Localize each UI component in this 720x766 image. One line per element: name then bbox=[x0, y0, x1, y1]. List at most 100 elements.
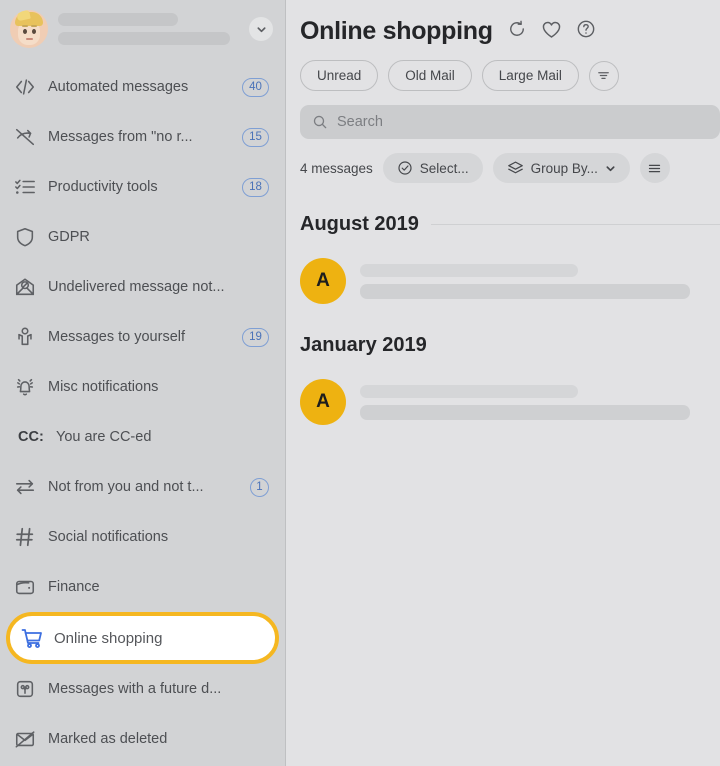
avatar-eye-left bbox=[23, 29, 27, 34]
filter-pill-old-mail[interactable]: Old Mail bbox=[388, 60, 472, 91]
more-options-button[interactable] bbox=[639, 153, 670, 183]
sidebar-item-badge: 18 bbox=[242, 177, 269, 197]
group-header: August 2019 bbox=[300, 213, 720, 236]
select-button-label: Select... bbox=[419, 160, 469, 176]
undelivered-envelope-icon bbox=[14, 276, 44, 298]
sidebar-item-label: Not from you and not t... bbox=[48, 479, 204, 495]
two-way-arrows-icon bbox=[14, 476, 44, 498]
filter-sort-icon bbox=[598, 72, 610, 79]
message-subject-placeholder bbox=[360, 384, 578, 398]
list-item[interactable]: A bbox=[300, 379, 720, 425]
layers-icon bbox=[507, 161, 523, 173]
sidebar-item-label: Finance bbox=[48, 579, 100, 595]
message-group-august-2019: August 2019 A bbox=[286, 213, 720, 304]
refresh-icon[interactable] bbox=[507, 19, 527, 44]
sidebar-item-undelivered-notifications[interactable]: Undelivered message not... bbox=[0, 262, 285, 312]
sidebar-item-label: Automated messages bbox=[48, 79, 189, 95]
sidebar-item-productivity-tools[interactable]: Productivity tools 18 bbox=[0, 162, 285, 212]
search-bar[interactable]: Search bbox=[300, 105, 720, 139]
sidebar-item-label: Messages from "no r... bbox=[48, 129, 193, 145]
shield-icon bbox=[14, 226, 44, 248]
heart-icon[interactable] bbox=[541, 19, 562, 45]
sidebar-item-badge: 1 bbox=[250, 477, 269, 497]
header-action-icons bbox=[507, 19, 596, 45]
account-email-placeholder bbox=[58, 32, 230, 45]
sidebar-item-label: Misc notifications bbox=[48, 379, 159, 395]
filter-pill-label: Old Mail bbox=[405, 68, 455, 83]
sidebar-item-badge: 40 bbox=[242, 77, 269, 97]
sidebar-item-label: Marked as deleted bbox=[48, 731, 168, 747]
sidebar-item-future-date-messages[interactable]: Messages with a future d... bbox=[0, 664, 285, 714]
sidebar-item-label: Undelivered message not... bbox=[48, 279, 225, 295]
sidebar-item-label: Messages to yourself bbox=[48, 329, 186, 345]
sidebar-item-marked-as-deleted[interactable]: Marked as deleted bbox=[0, 714, 285, 764]
deleted-envelope-icon bbox=[14, 728, 44, 750]
cc-text-icon: CC: bbox=[18, 429, 44, 445]
avatar-eye-right bbox=[32, 29, 36, 34]
message-count-label: 4 messages bbox=[300, 160, 373, 176]
avatar: A bbox=[300, 258, 346, 304]
sidebar-item-label: GDPR bbox=[48, 229, 90, 245]
avatar-brow-right bbox=[31, 25, 37, 27]
filter-pill-large-mail[interactable]: Large Mail bbox=[481, 60, 579, 91]
chevron-down-icon bbox=[256, 26, 266, 32]
group-header: January 2019 bbox=[300, 334, 720, 357]
sidebar-nav-list: Automated messages 40 Messages from "no … bbox=[0, 58, 285, 764]
filter-pill-unread[interactable]: Unread bbox=[300, 60, 379, 91]
group-divider bbox=[430, 224, 720, 225]
shopping-cart-icon bbox=[20, 626, 50, 650]
sidebar-item-messages-to-yourself[interactable]: Messages to yourself 19 bbox=[0, 312, 285, 362]
sidebar-item-label: Online shopping bbox=[54, 629, 163, 647]
help-icon[interactable] bbox=[576, 19, 596, 44]
future-date-icon bbox=[14, 678, 44, 700]
sidebar-item-label: You are CC-ed bbox=[56, 429, 152, 445]
search-input[interactable]: Search bbox=[337, 114, 383, 130]
list-toolbar: 4 messages Select... Group By... bbox=[286, 139, 720, 183]
sidebar-item-not-from-you[interactable]: Not from you and not t... 1 bbox=[0, 462, 285, 512]
message-subject-placeholder bbox=[360, 263, 578, 277]
sidebar-item-no-reply-messages[interactable]: Messages from "no r... 15 bbox=[0, 112, 285, 162]
sidebar-item-badge: 15 bbox=[242, 127, 269, 147]
app-window: Automated messages 40 Messages from "no … bbox=[0, 0, 720, 766]
sidebar-item-gdpr[interactable]: GDPR bbox=[0, 212, 285, 262]
check-circle-icon bbox=[398, 161, 412, 175]
message-redacted-content bbox=[360, 263, 720, 299]
sidebar-item-online-shopping[interactable]: Online shopping bbox=[6, 612, 279, 664]
account-expand-button[interactable] bbox=[249, 17, 273, 41]
avatar[interactable] bbox=[10, 10, 48, 48]
list-item[interactable]: A bbox=[300, 258, 720, 304]
group-title: August 2019 bbox=[300, 213, 419, 235]
search-icon bbox=[313, 115, 327, 129]
sidebar-item-misc-notifications[interactable]: Misc notifications bbox=[0, 362, 285, 412]
sidebar-item-label: Messages with a future d... bbox=[48, 681, 222, 697]
sidebar-item-badge: 19 bbox=[242, 327, 269, 347]
group-by-button-label: Group By... bbox=[530, 160, 598, 176]
wallet-icon bbox=[14, 576, 44, 598]
group-by-button[interactable]: Group By... bbox=[492, 153, 630, 183]
sidebar-item-social-notifications[interactable]: Social notifications bbox=[0, 512, 285, 562]
sidebar-item-finance[interactable]: Finance bbox=[0, 562, 285, 612]
person-icon bbox=[14, 326, 44, 348]
chevron-down-icon bbox=[606, 165, 615, 171]
page-title: Online shopping bbox=[300, 17, 493, 45]
filter-pill-label: Large Mail bbox=[498, 68, 562, 83]
main-header: Online shopping bbox=[286, 0, 720, 46]
select-button[interactable]: Select... bbox=[382, 153, 483, 183]
filter-pill-label: Unread bbox=[317, 68, 362, 83]
message-group-january-2019: January 2019 A bbox=[286, 334, 720, 425]
account-row[interactable] bbox=[0, 0, 285, 58]
sidebar-item-label: Productivity tools bbox=[48, 179, 158, 195]
main-panel: Online shopping Unread Old Mail Large Ma… bbox=[286, 0, 720, 766]
bell-ringing-icon bbox=[14, 376, 44, 398]
avatar: A bbox=[300, 379, 346, 425]
code-brackets-icon bbox=[14, 76, 44, 98]
message-preview-placeholder bbox=[360, 404, 690, 420]
more-options-icon bbox=[649, 164, 661, 172]
filter-sort-button[interactable] bbox=[588, 60, 619, 91]
sidebar-item-you-are-cc-ed[interactable]: CC: You are CC-ed bbox=[0, 412, 285, 462]
checklist-icon bbox=[14, 176, 44, 198]
hash-icon bbox=[14, 526, 44, 548]
account-redacted-text bbox=[58, 13, 249, 45]
sidebar-item-automated-messages[interactable]: Automated messages 40 bbox=[0, 62, 285, 112]
sidebar-item-label: Social notifications bbox=[48, 529, 169, 545]
